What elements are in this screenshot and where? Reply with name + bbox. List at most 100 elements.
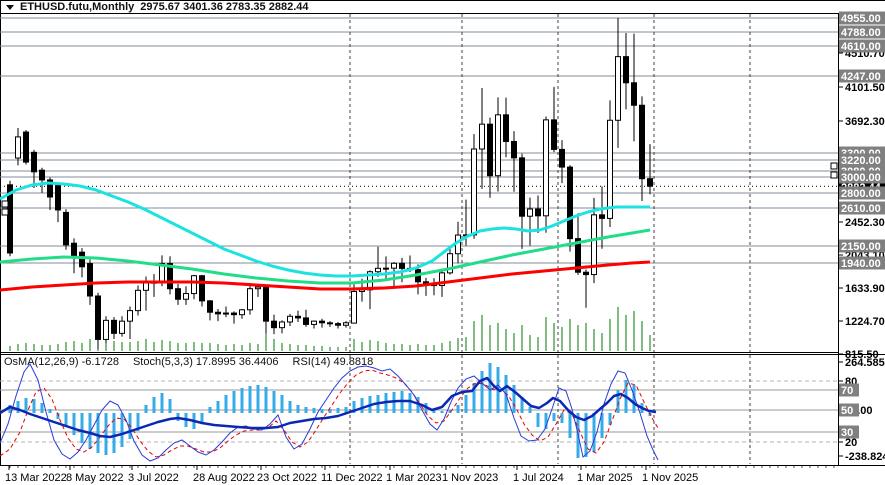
date-label[interactable]: 1 Nov 2025 xyxy=(642,472,698,484)
candle-bullish xyxy=(607,119,613,219)
candle-bearish xyxy=(335,323,341,326)
candle-bearish xyxy=(519,157,525,217)
symbol-title-bar[interactable]: ETHUSD.futu,Monthly 2975.67 3401.36 2783… xyxy=(0,0,885,13)
candle-bullish xyxy=(391,262,397,269)
indicator-tick-label[interactable]: -238.8249 xyxy=(845,451,885,463)
line-handle[interactable] xyxy=(830,162,838,170)
line-handle[interactable] xyxy=(1,200,9,208)
osma-bar xyxy=(296,405,300,413)
indicator-line-label: 70 xyxy=(841,385,853,397)
line-handle[interactable] xyxy=(830,171,838,179)
candle-bullish xyxy=(255,286,261,290)
osma-bar xyxy=(112,413,116,453)
osma-bar xyxy=(216,401,220,413)
osma-bar xyxy=(480,371,484,413)
candle-bearish xyxy=(647,178,653,187)
rsi-label: RSI(14) 49.8818 xyxy=(292,356,374,368)
osma-bar xyxy=(160,393,164,413)
osma-bar xyxy=(312,408,316,413)
osma-label: OsMA(12,26,9) -6.1728 xyxy=(4,356,119,368)
candle-bearish xyxy=(175,288,181,300)
candle-bearish xyxy=(599,214,605,219)
candle-bullish xyxy=(527,208,533,217)
price-line-label: 4247.00 xyxy=(841,71,881,83)
candle-bullish xyxy=(543,119,549,217)
date-label[interactable]: 11 Dec 2022 xyxy=(321,472,383,484)
candle-bearish xyxy=(271,320,277,329)
price-tick-label[interactable]: 2452.30 xyxy=(845,217,885,229)
indicator-tick-label[interactable]: 264.5852 xyxy=(845,357,885,369)
date-label[interactable]: 13 Mar 2022 xyxy=(5,472,67,484)
osma-bar xyxy=(32,399,36,413)
candle-bearish xyxy=(631,82,637,106)
candle-bearish xyxy=(535,208,541,217)
candle-bullish xyxy=(103,319,109,340)
candle-bearish xyxy=(511,140,517,159)
candle-bearish xyxy=(583,271,589,276)
date-label[interactable]: 3 Jul 2022 xyxy=(128,472,179,484)
price-tick-label[interactable]: 4101.50 xyxy=(845,82,885,94)
osma-bar xyxy=(272,391,276,413)
candle-bullish xyxy=(343,322,349,326)
osma-bar xyxy=(560,413,564,423)
date-label[interactable]: 8 May 2022 xyxy=(66,472,123,484)
chart-canvas[interactable]: 4510.704101.503692.302452.302043.101633.… xyxy=(0,0,885,485)
chart-window: 4510.70 4101.50 3692.30 2452.30 2043.10 1633.… xyxy=(0,0,885,485)
date-label[interactable]: 1 Jul 2024 xyxy=(513,472,564,484)
price-line-label: 2150.00 xyxy=(841,241,881,253)
osma-bar xyxy=(248,386,252,413)
candle-bearish xyxy=(95,295,101,340)
candle-bearish xyxy=(231,312,237,316)
candle-bearish xyxy=(39,169,45,181)
candle-bullish xyxy=(279,321,285,329)
osma-bar xyxy=(152,397,156,413)
candle-bullish xyxy=(311,320,317,325)
osma-bar xyxy=(120,413,124,447)
osma-bar xyxy=(552,413,556,421)
osma-bar xyxy=(232,391,236,413)
candle-bearish xyxy=(23,131,29,163)
candle-bearish xyxy=(487,123,493,177)
candle-bearish xyxy=(319,320,325,324)
date-label[interactable]: 1 Nov 2023 xyxy=(442,472,498,484)
osma-bar xyxy=(568,413,572,438)
candle-bullish xyxy=(143,282,149,291)
price-line-label: 4788.00 xyxy=(841,27,881,39)
symbol-dropdown-icon[interactable] xyxy=(6,4,14,10)
osma-bar xyxy=(408,393,412,413)
date-label[interactable]: 23 Oct 2022 xyxy=(257,472,317,484)
price-tick-label[interactable]: 1224.70 xyxy=(845,316,885,328)
candle-bullish xyxy=(615,56,621,121)
osma-bar xyxy=(592,413,596,452)
price-tick-label[interactable]: 1633.90 xyxy=(845,283,885,295)
candle-bearish xyxy=(207,300,213,313)
candle-bearish xyxy=(559,148,565,168)
price-line-label: 4610.00 xyxy=(841,41,881,53)
candle-bearish xyxy=(199,275,205,302)
line-handle[interactable] xyxy=(1,208,9,216)
candle-bullish xyxy=(375,267,381,273)
candle-bearish xyxy=(303,317,309,325)
indicator-line-label: 50 xyxy=(841,405,853,417)
osma-bar xyxy=(224,395,228,413)
candle-bullish xyxy=(15,136,21,159)
candle-bullish xyxy=(495,114,501,177)
candle-bearish xyxy=(71,242,77,256)
date-label[interactable]: 1 Mar 2023 xyxy=(386,472,442,484)
date-label[interactable]: 1 Mar 2025 xyxy=(577,472,633,484)
price-tick-label[interactable]: 3692.30 xyxy=(845,116,885,128)
osma-bar xyxy=(16,401,20,413)
candle-bearish xyxy=(567,166,573,240)
date-label[interactable]: 28 Aug 2022 xyxy=(193,472,255,484)
osma-bar xyxy=(304,407,308,413)
ohlc-readout: 2975.67 3401.36 2783.35 2882.44 xyxy=(140,0,309,13)
osma-bar xyxy=(40,403,44,413)
indicator-line-label: 30 xyxy=(841,427,853,439)
osma-bar xyxy=(464,395,468,413)
candle-bullish xyxy=(135,289,141,312)
candle-bullish xyxy=(287,315,293,323)
price-line-label: 3000.00 xyxy=(841,172,881,184)
osma-bar xyxy=(72,413,76,435)
symbol-period-label: ETHUSD.futu,Monthly xyxy=(20,0,135,13)
candle-bearish xyxy=(503,114,509,142)
